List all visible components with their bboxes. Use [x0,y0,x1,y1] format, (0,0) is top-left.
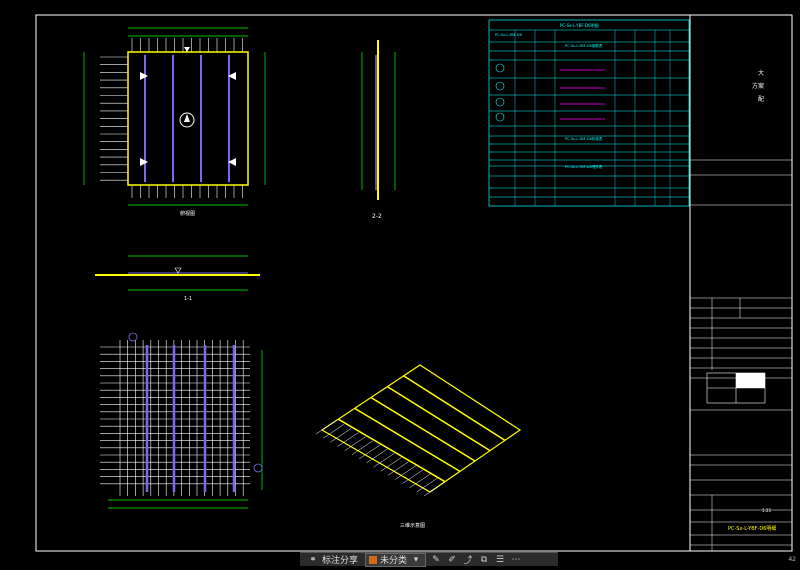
compare-icon[interactable]: ⧉ [478,554,490,566]
share-icon[interactable]: ⤴ [462,554,474,566]
section-22-label: 2-2 [372,213,382,220]
title-block: 大 方案 配 PC-Sx-L-YBF-D6明细 1:25 [690,69,792,551]
edit-icon[interactable]: ✎ [430,554,442,566]
axo-truss [337,418,446,483]
bottom-toolbar: ⚭ 标注分享 未分类 ▾ ✎ ✐ ⤴ ⧉ ☰ ⋯ [300,552,558,567]
svg-text:方案: 方案 [752,82,764,90]
table-sub-title-1: PC-Sx-L-YBF-D6钢筋表 [565,43,603,48]
table-sub-title-3: PC-Sx-L-YBF-D6埋件表 [565,164,603,169]
section-2-2: 2-2 [361,40,396,220]
title-block-text: 大 [758,69,764,77]
axonometric-view: 三维示意图 [315,364,522,529]
table-sub-title-2: PC-Sx-L-YBF-D6桁架表 [565,136,603,141]
folder-icon [369,555,378,564]
schedule-tables: PC-Sx-L-YBF-D6明细 PC-Sx-L-YBF-D6钢筋表 PC-Sx… [488,19,690,207]
more-icon[interactable]: ⋯ [510,554,522,566]
axo-truss [403,375,506,441]
page-number: 42 [788,556,796,563]
axo-truss [354,407,461,472]
svg-text:配: 配 [758,96,764,103]
category-select[interactable]: 未分类 ▾ [365,552,427,567]
chevron-down-icon: ▾ [413,554,419,565]
axo-truss [370,396,476,462]
tag-share-button[interactable]: ⚭ 标注分享 [304,554,361,567]
cad-drawing: 俯视图 2-2 1-1 三维示意图 PC-Sx-L-YBF-D6明细 PC-Sx… [35,14,793,552]
drawing-scale: 1:25 [762,508,771,513]
drawing-frame [35,14,793,552]
axo-view-label: 三维示意图 [400,522,425,529]
tag-share-label: 标注分享 [322,556,359,566]
section-11-label: 1-1 [184,296,192,302]
section-1-1: 1-1 [95,255,260,302]
brush-icon[interactable]: ✐ [446,554,458,566]
category-label: 未分类 [380,556,408,566]
table-main-title: PC-Sx-L-YBF-D6明细 [560,22,599,28]
cad-viewport[interactable]: 俯视图 2-2 1-1 三维示意图 PC-Sx-L-YBF-D6明细 PC-Sx… [0,0,800,566]
rebar-plan [100,332,263,509]
drawing-code: PC-Sx-L-YBF-D6明细 [728,525,776,532]
axo-truss [386,386,491,452]
plan-view-label: 俯视图 [180,210,195,217]
axo-rebar [423,482,445,497]
layers-icon[interactable]: ☰ [494,554,506,566]
component-name: PC-Sx-L-YBF-D6 [495,33,522,37]
plan-view: 俯视图 [83,27,266,217]
people-icon: ⚭ [309,554,317,565]
